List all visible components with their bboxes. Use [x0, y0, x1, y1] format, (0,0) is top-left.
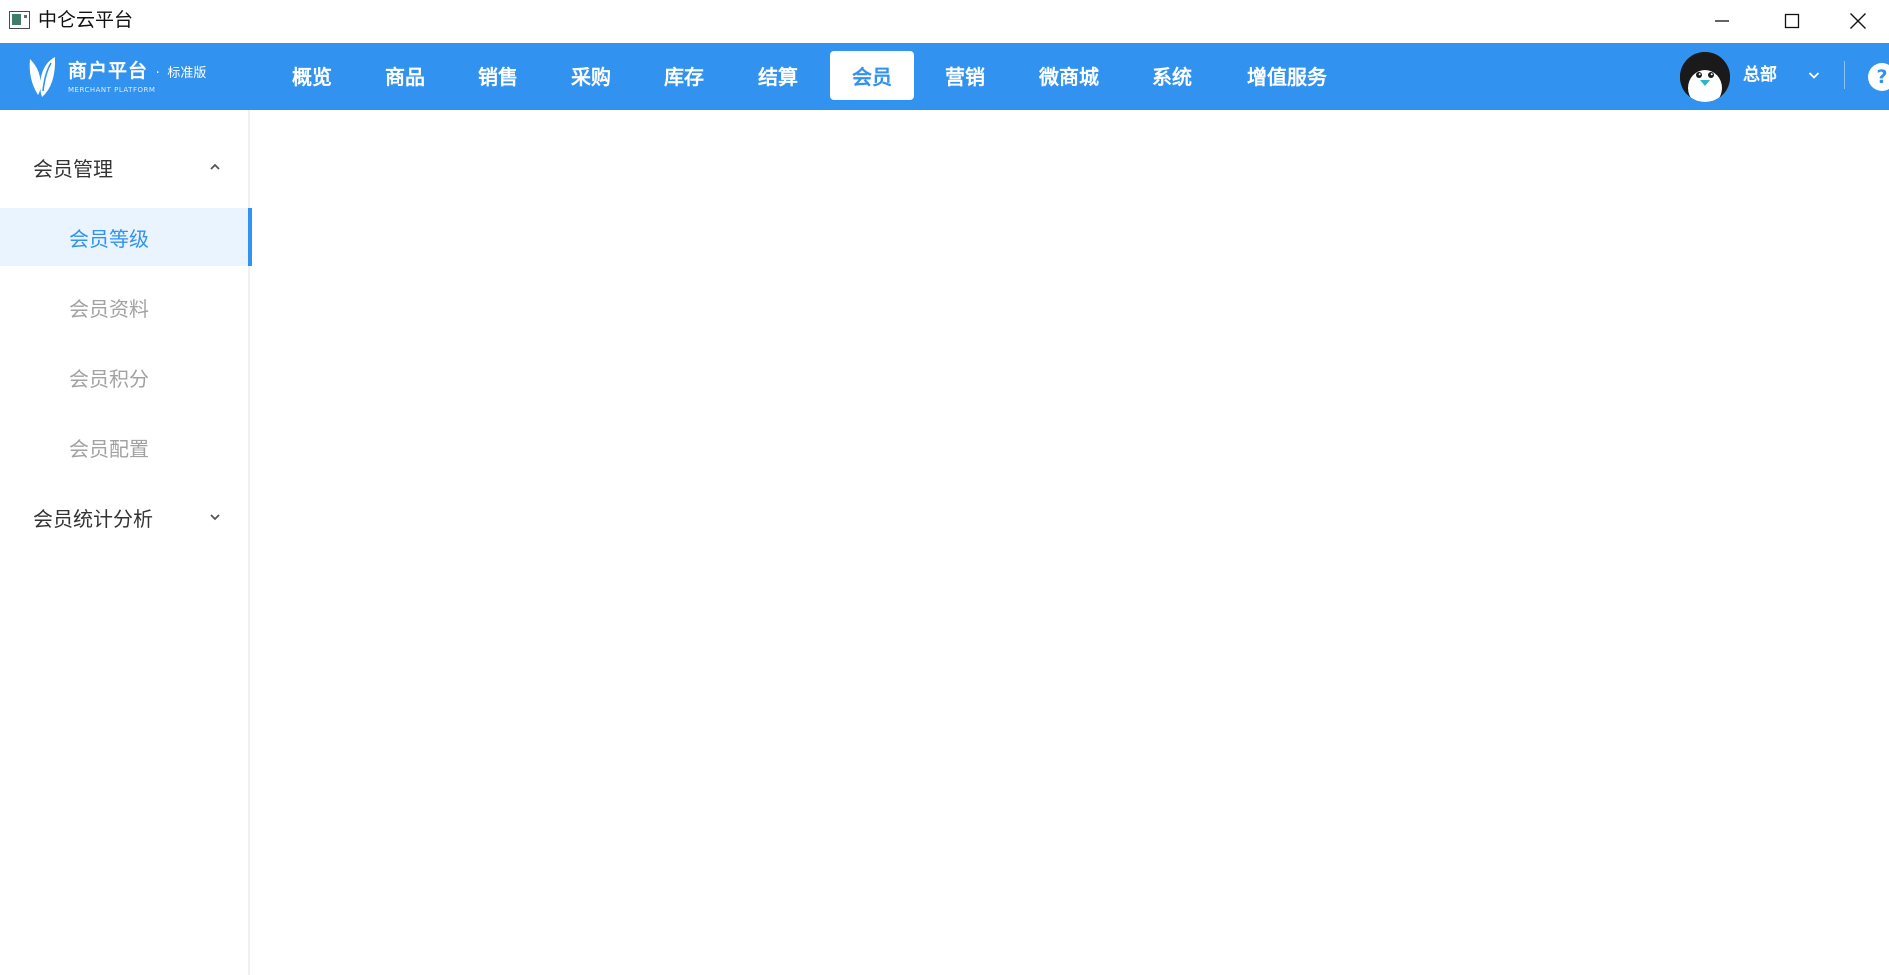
nav-item-value-added-services[interactable]: 增值服务: [1234, 51, 1340, 100]
nav-item-purchasing[interactable]: 采购: [549, 51, 633, 100]
brand-text: 商户平台 · 标准版 MERCHANT PLATFORM: [68, 60, 268, 95]
sidebar-item-label: 会员等级: [69, 226, 149, 251]
nav-item-system[interactable]: 系统: [1130, 51, 1214, 100]
chevron-up-icon: [210, 163, 220, 170]
minimize-icon: [1715, 20, 1729, 22]
close-icon: [1850, 13, 1866, 29]
sidebar-group-member-statistics[interactable]: 会员统计分析: [0, 489, 250, 545]
sidebar: 会员管理 会员等级 会员资料 会员积分 会员配置 会员统计分析: [0, 110, 252, 975]
brand-subtitle: MERCHANT PLATFORM: [68, 86, 156, 94]
top-navigation-bar: 商户平台 · 标准版 MERCHANT PLATFORM 概览 商品 销售 采购…: [0, 43, 1889, 110]
app-icon: [9, 11, 30, 29]
nav-item-inventory[interactable]: 库存: [642, 51, 726, 100]
sidebar-group-label: 会员管理: [33, 156, 113, 181]
main-content-area: [252, 110, 1889, 975]
user-avatar[interactable]: [1680, 52, 1730, 102]
penguin-avatar-icon: [1680, 52, 1730, 102]
brand-separator: ·: [155, 66, 160, 81]
maximize-icon: [1784, 13, 1800, 29]
chevron-down-icon: [210, 514, 220, 521]
nav-item-marketing[interactable]: 营销: [923, 51, 1007, 100]
nav-item-micro-mall[interactable]: 微商城: [1022, 51, 1116, 100]
close-button[interactable]: [1827, 0, 1889, 42]
nav-item-members[interactable]: 会员: [830, 51, 914, 100]
sidebar-group-member-management[interactable]: 会员管理: [0, 139, 250, 195]
maximize-button[interactable]: [1757, 0, 1827, 42]
sidebar-item-label: 会员配置: [69, 436, 149, 461]
sidebar-item-member-profile[interactable]: 会员资料: [0, 278, 250, 336]
sidebar-item-member-config[interactable]: 会员配置: [0, 418, 250, 476]
sidebar-item-label: 会员积分: [69, 366, 149, 391]
sidebar-item-member-level[interactable]: 会员等级: [0, 208, 252, 266]
user-name[interactable]: 总部: [1743, 63, 1777, 87]
nav-item-overview[interactable]: 概览: [270, 51, 354, 100]
minimize-button[interactable]: [1687, 0, 1757, 42]
nav-divider: [1844, 61, 1845, 89]
brand-name-line: 商户平台 · 标准版: [68, 60, 268, 85]
nav-item-sales[interactable]: 销售: [456, 51, 540, 100]
nav-item-products[interactable]: 商品: [363, 51, 447, 100]
sidebar-item-label: 会员资料: [69, 296, 149, 321]
sidebar-group-label: 会员统计分析: [33, 506, 153, 531]
brand-name: 商户平台: [68, 60, 149, 82]
window-title: 中仑云平台: [38, 9, 134, 31]
chevron-down-icon[interactable]: [1806, 67, 1822, 83]
window-title-bar: 中仑云平台: [0, 0, 1889, 42]
brand-edition: 标准版: [167, 66, 207, 81]
sidebar-item-member-points[interactable]: 会员积分: [0, 348, 250, 406]
nav-item-settlement[interactable]: 结算: [736, 51, 820, 100]
brand[interactable]: 商户平台 · 标准版 MERCHANT PLATFORM: [26, 52, 206, 102]
brand-logo-icon: [29, 57, 56, 97]
help-icon[interactable]: ?: [1868, 63, 1889, 91]
